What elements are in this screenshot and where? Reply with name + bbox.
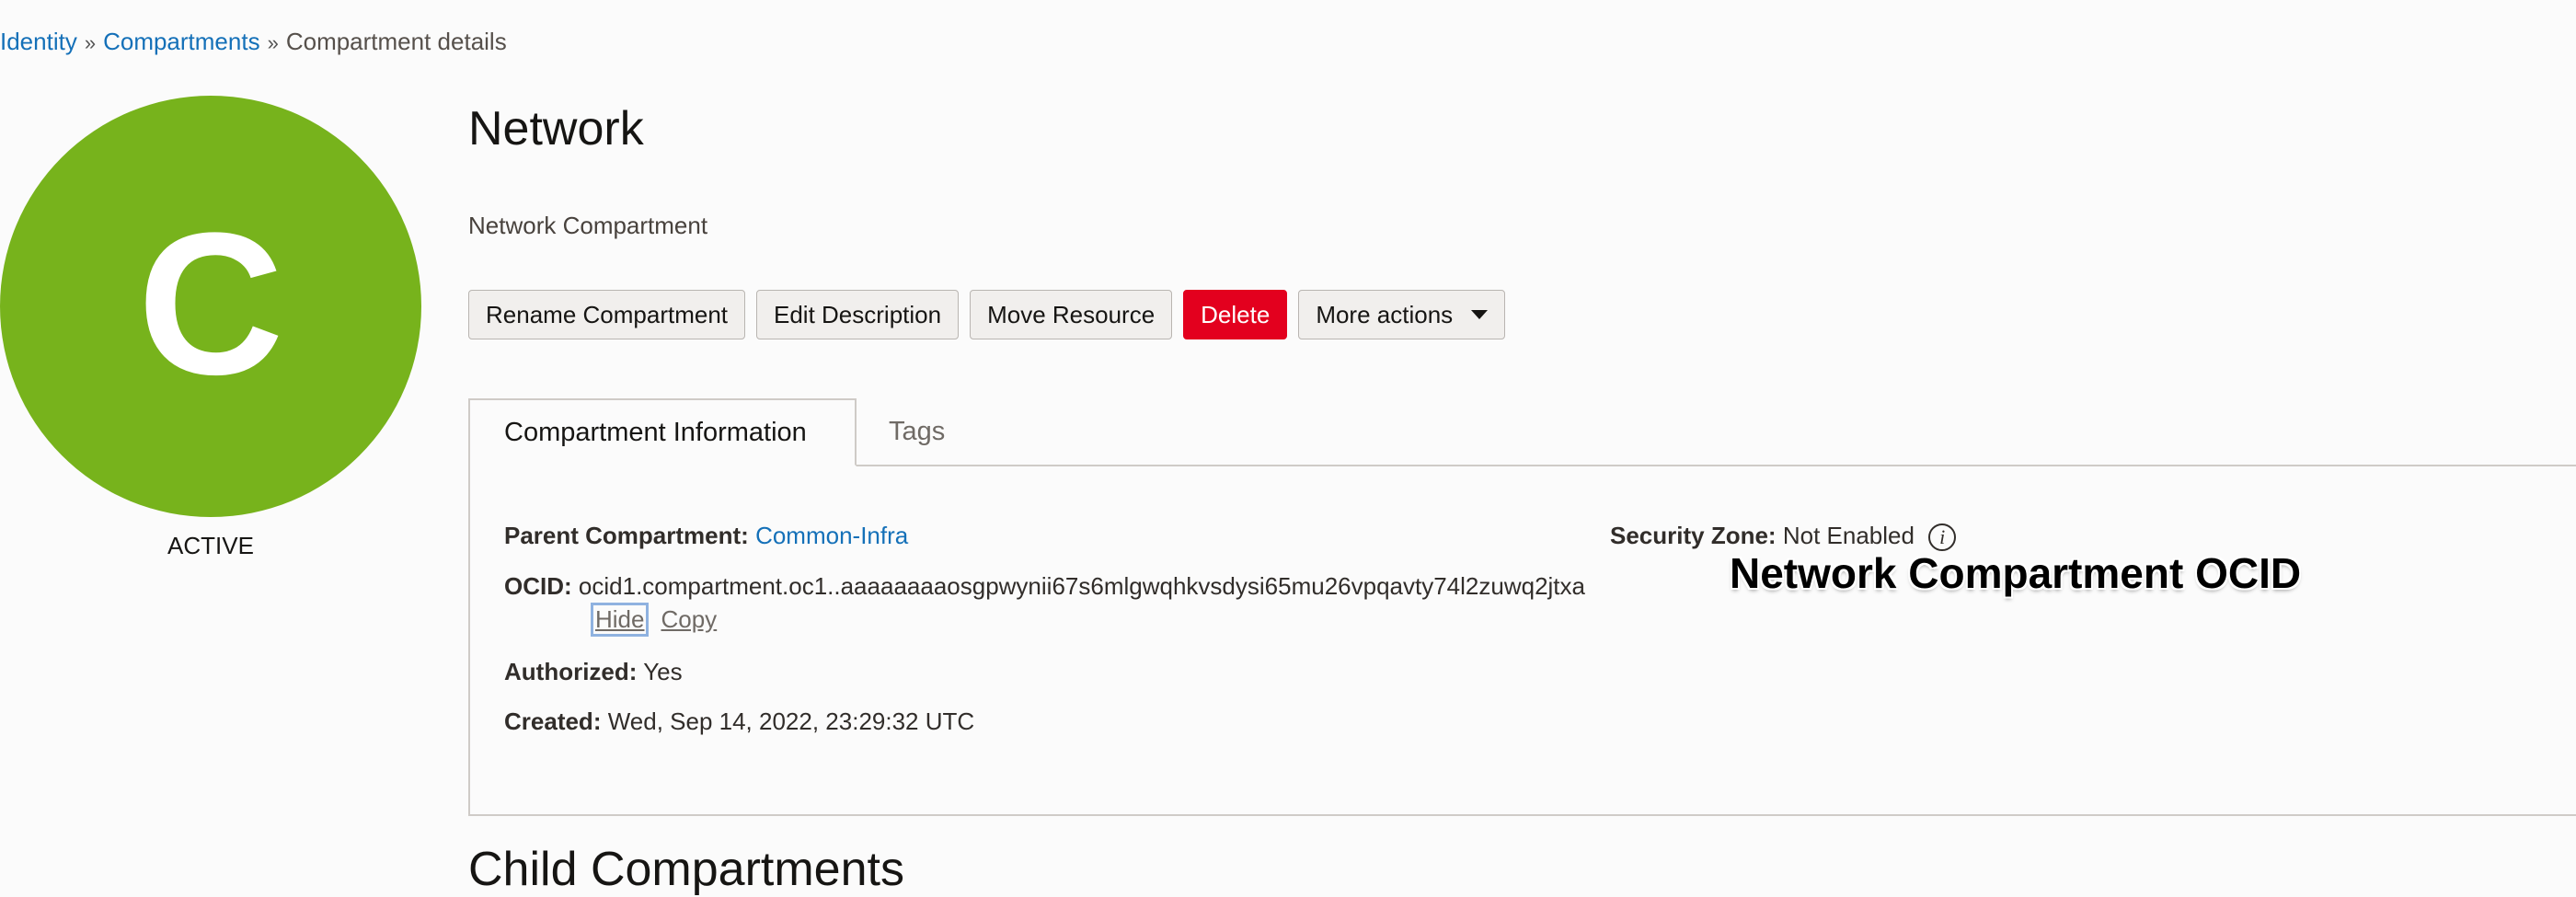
- move-resource-button[interactable]: Move Resource: [970, 290, 1173, 339]
- ocid-row: OCID: ocid1.compartment.oc1..aaaaaaaaosg…: [504, 572, 1585, 601]
- ocid-hide-link[interactable]: Hide: [590, 603, 650, 637]
- info-icon[interactable]: i: [1928, 523, 1957, 552]
- delete-button[interactable]: Delete: [1183, 290, 1288, 339]
- breadcrumb-separator: »: [267, 31, 279, 54]
- tab-tags[interactable]: Tags: [889, 398, 945, 465]
- breadcrumb-compartments-link[interactable]: Compartments: [103, 28, 260, 55]
- authorized-row: Authorized: Yes: [504, 658, 683, 686]
- more-actions-label: More actions: [1316, 300, 1454, 328]
- more-actions-button[interactable]: More actions: [1298, 290, 1506, 339]
- breadcrumb-identity-link[interactable]: Identity: [0, 28, 77, 55]
- security-zone-value: Not Enabled: [1782, 522, 1915, 549]
- child-compartments-heading: Child Compartments: [468, 843, 904, 896]
- lifecycle-state: ACTIVE: [167, 532, 254, 559]
- rename-compartment-button[interactable]: Rename Compartment: [468, 290, 745, 339]
- action-bar: Rename Compartment Edit Description Move…: [468, 290, 1506, 339]
- page-title: Network: [468, 102, 644, 155]
- parent-compartment-label: Parent Compartment:: [504, 522, 749, 549]
- authorized-value: Yes: [643, 658, 683, 685]
- ocid-actions: Hide Copy: [590, 603, 719, 637]
- ocid-label: OCID:: [504, 572, 572, 600]
- ocid-annotation: Network Compartment OCID: [1730, 549, 2302, 597]
- edit-description-button[interactable]: Edit Description: [756, 290, 960, 339]
- tab-bar: Compartment Information Tags: [468, 398, 2576, 466]
- authorized-label: Authorized:: [504, 658, 638, 685]
- created-row: Created: Wed, Sep 14, 2022, 23:29:32 UTC: [504, 707, 974, 736]
- tab-compartment-information[interactable]: Compartment Information: [468, 398, 857, 466]
- page-description: Network Compartment: [468, 212, 708, 239]
- ocid-copy-link[interactable]: Copy: [659, 605, 719, 634]
- parent-compartment-row: Parent Compartment: Common-Infra: [504, 522, 908, 550]
- breadcrumb: Identity » Compartments » Compartment detail…: [0, 28, 507, 56]
- compartment-info-panel: Parent Compartment: Common-Infra Securit…: [468, 465, 2576, 816]
- ocid-value: ocid1.compartment.oc1..aaaaaaaaosgpwynii…: [578, 572, 1585, 600]
- security-zone-label: Security Zone:: [1610, 522, 1777, 549]
- compartment-avatar: C: [0, 96, 421, 517]
- avatar-letter: C: [137, 190, 284, 417]
- caret-down-icon: [1471, 310, 1489, 319]
- security-zone-row: Security Zone: Not Enabled i: [1610, 522, 1957, 552]
- breadcrumb-separator: »: [84, 31, 97, 54]
- created-label: Created:: [504, 707, 602, 735]
- parent-compartment-link[interactable]: Common-Infra: [755, 522, 908, 549]
- created-value: Wed, Sep 14, 2022, 23:29:32 UTC: [607, 707, 975, 735]
- breadcrumb-current: Compartment details: [285, 28, 507, 55]
